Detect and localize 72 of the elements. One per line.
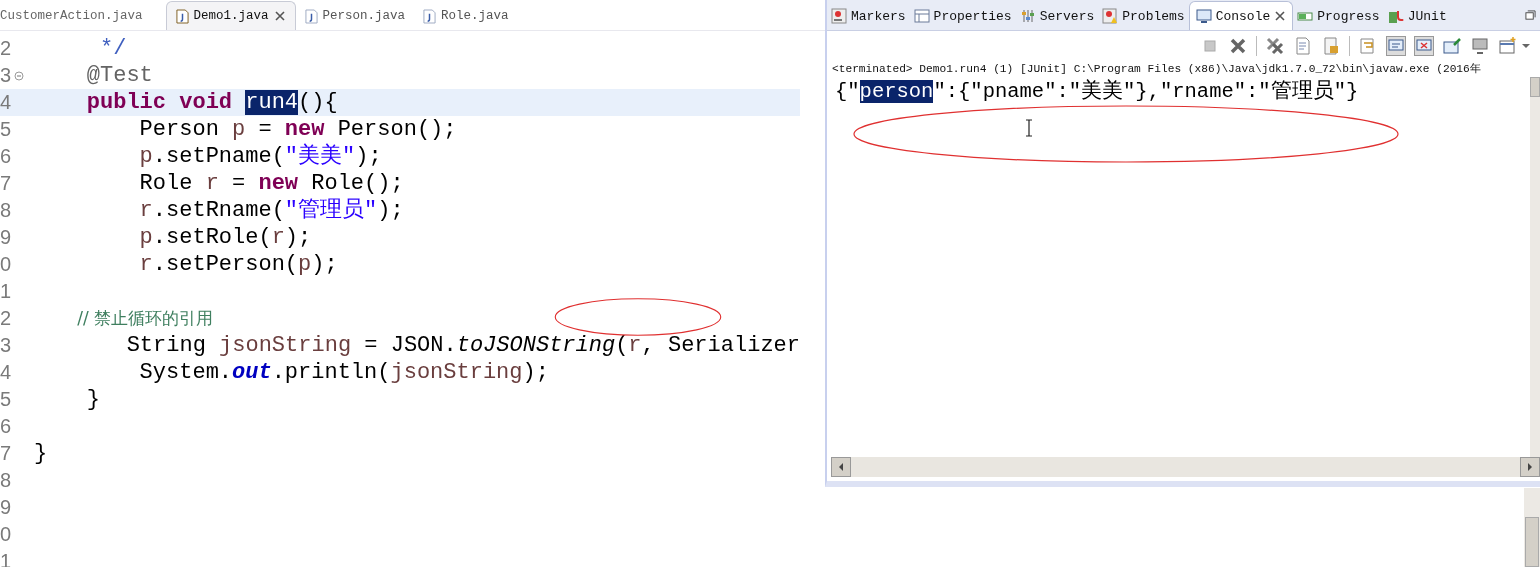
code-line: r.setPerson(p); xyxy=(138,251,338,278)
line-number: 3 xyxy=(0,64,13,87)
code-line: } xyxy=(34,440,48,467)
caret-icon[interactable] xyxy=(1522,43,1530,49)
console-view-icon xyxy=(1195,8,1212,24)
line-number: 7 xyxy=(0,442,13,465)
code-line: p.setRole(r); xyxy=(138,224,312,251)
view-tab[interactable]: JUnit xyxy=(1383,2,1451,30)
line-number: 3 xyxy=(0,334,12,357)
code-line: } xyxy=(85,386,100,413)
line-number: 6 xyxy=(0,145,13,168)
display-icon[interactable] xyxy=(1470,36,1490,56)
line-number: 5 xyxy=(0,388,13,411)
remove-icon[interactable] xyxy=(1228,36,1248,56)
code-line: public void run4(){ xyxy=(85,89,338,116)
problems-view-icon xyxy=(1102,8,1119,24)
view-tab[interactable]: Properties xyxy=(909,2,1016,30)
fold-icon[interactable] xyxy=(14,70,24,81)
line-number: 5 xyxy=(0,118,13,141)
code-line: @Test xyxy=(85,62,153,89)
servers-view-icon xyxy=(1019,8,1036,24)
line-number: 9 xyxy=(0,496,13,519)
scroll-left-icon[interactable] xyxy=(837,462,845,472)
view-tab[interactable]: Console xyxy=(1188,1,1294,30)
line-number: 1 xyxy=(0,280,13,303)
code-line: // 禁止循环的引用 xyxy=(76,307,214,330)
new-console-icon[interactable] xyxy=(1498,36,1518,56)
line-number: 0 xyxy=(0,523,13,546)
scrollbar[interactable] xyxy=(1530,77,1540,457)
junit-view-icon xyxy=(1387,8,1404,24)
line-number: 4 xyxy=(0,91,13,114)
scroll-right-icon[interactable] xyxy=(1526,462,1534,472)
text-cursor-icon xyxy=(1025,119,1033,137)
editor-tab[interactable]: Demo1.java xyxy=(165,1,296,30)
line-number: 8 xyxy=(0,469,13,492)
view-tab[interactable]: Markers xyxy=(827,2,910,30)
view-tab[interactable]: Servers xyxy=(1015,2,1099,30)
line-number: 2 xyxy=(0,37,13,60)
line-number: 6 xyxy=(0,415,13,438)
console-header: <terminated> Demo1.run4 (1) [JUnit] C:\Program Files (x86)\Java\jdk1.7.0_72\bin\javaw.exe (2016年 xyxy=(831,62,1482,77)
close-icon[interactable] xyxy=(1274,10,1287,22)
scrollbar[interactable] xyxy=(1524,488,1540,567)
minimize-icon[interactable] xyxy=(1525,10,1536,21)
view-tab[interactable]: Progress xyxy=(1293,2,1384,30)
remove-all-icon[interactable] xyxy=(1265,36,1285,56)
java-file-icon xyxy=(175,8,189,24)
editor-tab[interactable]: Role.java xyxy=(414,2,518,30)
view-tab[interactable]: Problems xyxy=(1098,2,1189,30)
properties-view-icon xyxy=(913,8,930,24)
scrollbar[interactable] xyxy=(831,457,1540,477)
code-line: System.out.println(jsonString); xyxy=(138,359,549,386)
editor-tab[interactable]: CustomerAction.java xyxy=(0,2,152,30)
line-number: 0 xyxy=(0,253,13,276)
markers-view-icon xyxy=(831,8,847,24)
line-number: 7 xyxy=(0,172,13,195)
code-line: Person p = new Person(); xyxy=(138,116,457,143)
show-err-icon[interactable] xyxy=(1414,36,1434,56)
line-number: 4 xyxy=(0,361,13,384)
code-line: String jsonString = JSON.toJSONString(r, Serializer xyxy=(125,332,800,359)
pin-icon[interactable] xyxy=(1442,36,1462,56)
show-out-icon[interactable] xyxy=(1386,36,1406,56)
line-number: 9 xyxy=(0,226,13,249)
line-number: 8 xyxy=(0,199,13,222)
code-line: r.setRname("管理员"); xyxy=(138,197,404,224)
close-icon[interactable] xyxy=(273,10,286,22)
java-file-icon xyxy=(304,8,318,24)
code-line: */ xyxy=(99,35,127,62)
line-number: 2 xyxy=(0,307,13,330)
editor-tab[interactable]: Person.java xyxy=(295,2,415,30)
java-file-icon xyxy=(423,8,437,24)
code-line: p.setPname("美美"); xyxy=(138,143,382,170)
code-line: Role r = new Role(); xyxy=(138,170,404,197)
